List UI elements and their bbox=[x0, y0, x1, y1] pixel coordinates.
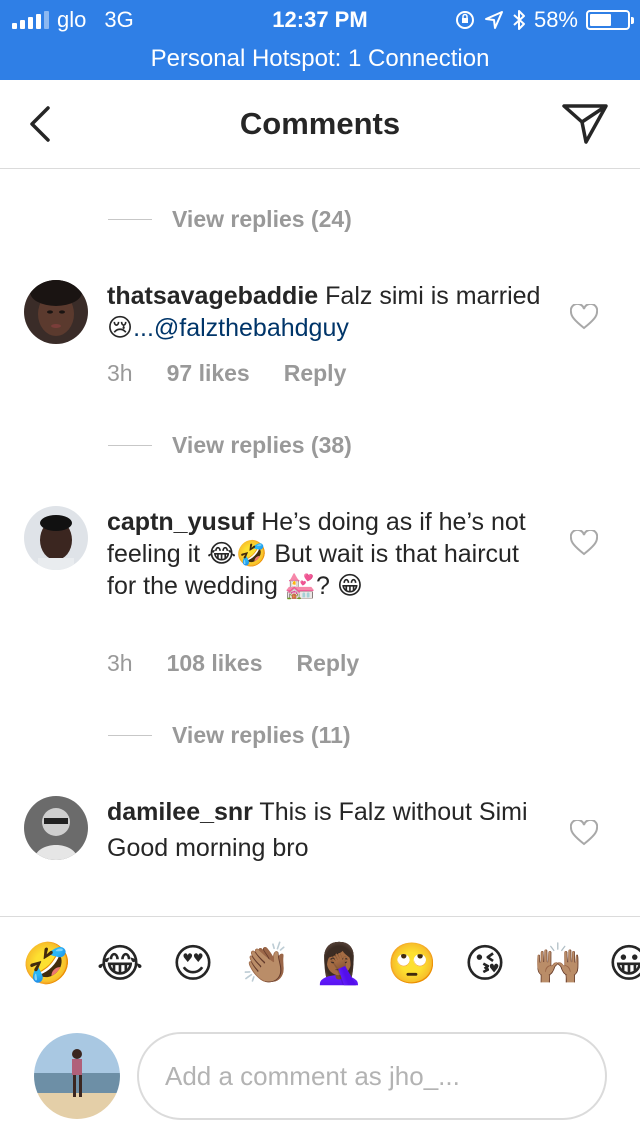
comment-body: This is Falz without Simi bbox=[259, 798, 528, 826]
comment-body: Falz simi is married bbox=[325, 282, 541, 310]
comment-username[interactable]: damilee_snr bbox=[107, 798, 253, 826]
heart-icon[interactable] bbox=[570, 304, 598, 330]
reply-button[interactable]: Reply bbox=[297, 650, 360, 677]
avatar[interactable] bbox=[24, 506, 88, 570]
comment-text: captn_yusuf He’s doing as if he’s not fe… bbox=[107, 506, 547, 602]
facepalm-emoji-button[interactable]: 🤦🏾‍♀️ bbox=[314, 939, 364, 989]
comment-text: thatsavagebaddie Falz simi is married 😢.… bbox=[107, 280, 547, 344]
status-right: 58% bbox=[454, 7, 634, 33]
eye-roll-emoji-button[interactable]: 🙄 bbox=[387, 939, 437, 989]
view-replies-button[interactable]: View replies (24) bbox=[108, 206, 352, 233]
battery-percent: 58% bbox=[533, 7, 578, 32]
view-replies-label: View replies (11) bbox=[172, 722, 351, 748]
view-replies-button[interactable]: View replies (38) bbox=[108, 432, 352, 459]
view-replies-label: View replies (24) bbox=[172, 206, 352, 232]
avatar[interactable] bbox=[24, 796, 88, 860]
comment-likes[interactable]: 97 likes bbox=[167, 360, 250, 387]
reply-button[interactable]: Reply bbox=[284, 360, 347, 387]
avatar bbox=[34, 1033, 120, 1119]
divider-line bbox=[108, 735, 152, 736]
comment-username[interactable]: captn_yusuf bbox=[107, 508, 254, 536]
comment-username[interactable]: thatsavagebaddie bbox=[107, 282, 318, 310]
crying-face-emoji: 😢 bbox=[107, 314, 134, 342]
clapping-emoji-button[interactable]: 👏🏽 bbox=[241, 939, 291, 989]
view-replies-label: View replies (38) bbox=[172, 432, 352, 458]
status-bar: glo 3G 12:37 PM 58% bbox=[0, 0, 640, 40]
bluetooth-icon bbox=[513, 10, 525, 30]
raised-hands-emoji-button[interactable]: 🙌🏽 bbox=[533, 939, 583, 989]
heart-icon[interactable] bbox=[570, 530, 598, 556]
tears-of-joy-emoji-button[interactable]: 😂 bbox=[95, 939, 145, 989]
divider-line bbox=[108, 445, 152, 446]
comment-time: 3h bbox=[107, 650, 133, 676]
comment-mention[interactable]: ...@falzthebahdguy bbox=[133, 314, 349, 342]
kiss-emoji-button[interactable]: 😘 bbox=[460, 939, 510, 989]
orientation-lock-icon bbox=[455, 11, 474, 29]
comment-time: 3h bbox=[107, 360, 133, 386]
paper-plane-icon[interactable] bbox=[560, 102, 610, 146]
divider-line bbox=[108, 219, 152, 220]
emoji-quick-bar: 🤣 😂 😍 👏🏽 🤦🏾‍♀️ 🙄 😘 🙌🏽 😀 bbox=[0, 916, 640, 1016]
hotspot-banner[interactable]: Personal Hotspot: 1 Connection bbox=[0, 40, 640, 80]
location-arrow-icon bbox=[484, 11, 503, 29]
view-replies-button[interactable]: View replies (11) bbox=[108, 722, 351, 749]
avatar[interactable] bbox=[24, 280, 88, 344]
comment-likes[interactable]: 108 likes bbox=[167, 650, 263, 677]
grinning-emoji-button[interactable]: 😀 bbox=[604, 939, 640, 989]
comment-meta: 3h 97 likes Reply bbox=[107, 360, 346, 387]
comment-composer bbox=[0, 1016, 640, 1136]
battery-icon bbox=[586, 10, 634, 30]
heart-icon[interactable] bbox=[570, 820, 598, 846]
nav-bar: Comments bbox=[0, 80, 640, 169]
heart-eyes-emoji-button[interactable]: 😍 bbox=[168, 939, 218, 989]
rofl-emoji-button[interactable]: 🤣 bbox=[22, 939, 72, 989]
comments-feed[interactable]: View replies (24) thatsavagebaddie Falz … bbox=[0, 170, 640, 915]
comment-meta: 3h 108 likes Reply bbox=[107, 650, 359, 677]
comment-text: damilee_snr This is Falz without Simi Go… bbox=[107, 796, 547, 864]
comment-body-line2: Good morning bro bbox=[107, 834, 309, 862]
comment-input[interactable] bbox=[137, 1032, 607, 1120]
page-title: Comments bbox=[239, 106, 401, 141]
